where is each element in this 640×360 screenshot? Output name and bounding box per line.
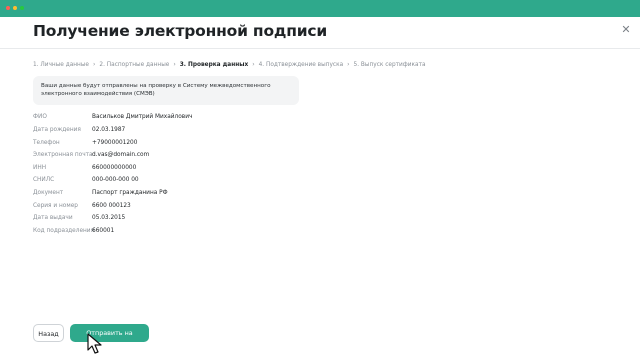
close-icon[interactable]: ✕ bbox=[620, 24, 632, 36]
field-label: СНИЛС bbox=[33, 177, 55, 183]
field-value: 02.03.1987 bbox=[92, 127, 126, 133]
field-label: ФИО bbox=[33, 114, 47, 120]
step-personal-data[interactable]: 1. Личные данные bbox=[33, 62, 89, 68]
field-value: 6600 000123 bbox=[92, 203, 131, 209]
info-notice: Ваши данные будут отправлены на проверку… bbox=[33, 76, 299, 105]
chevron-right-icon: › bbox=[347, 61, 350, 68]
field-label: Серия и номер bbox=[33, 203, 78, 209]
mouse-cursor-icon bbox=[87, 333, 102, 354]
chevron-right-icon: › bbox=[173, 61, 176, 68]
field-value: 05.03.2015 bbox=[92, 215, 126, 221]
step-data-check: 3. Проверка данных bbox=[179, 61, 249, 68]
chevron-right-icon: › bbox=[93, 61, 96, 68]
back-button[interactable]: Назад bbox=[33, 324, 64, 342]
field-value: Паспорт гражданина РФ bbox=[92, 190, 168, 196]
field-value: d.vas@domain.com bbox=[92, 152, 150, 158]
field-value: Васильков Дмитрий Михайлович bbox=[92, 114, 193, 120]
step-issue-confirmation: 4. Подтверждение выпуска bbox=[258, 61, 344, 68]
step-certificate-issue: 5. Выпуск сертификата bbox=[353, 61, 426, 68]
window-controls bbox=[6, 6, 24, 10]
minimize-window-dot[interactable] bbox=[13, 6, 17, 10]
field-label: Код подразделения bbox=[33, 228, 95, 234]
info-notice-text: Ваши данные будут отправлены на проверку… bbox=[41, 83, 271, 97]
field-label: Электронная почта bbox=[33, 152, 93, 158]
field-label: Дата выдачи bbox=[33, 215, 73, 221]
page-title: Получение электронной подписи bbox=[33, 22, 328, 40]
submit-for-review-button[interactable]: Отправить на проверку bbox=[70, 324, 149, 355]
window-titlebar bbox=[0, 0, 640, 17]
progress-steps: 1. Личные данные › 2. Паспортные данные … bbox=[33, 60, 426, 69]
field-label: ИНН bbox=[33, 165, 47, 171]
field-label: Документ bbox=[33, 190, 64, 196]
step-passport-data[interactable]: 2. Паспортные данные bbox=[99, 62, 169, 68]
field-value: 660000000000 bbox=[92, 165, 137, 171]
field-value: 660001 bbox=[92, 228, 115, 234]
maximize-window-dot[interactable] bbox=[20, 6, 24, 10]
field-label: Телефон bbox=[33, 140, 60, 146]
field-value: +79000001200 bbox=[92, 140, 138, 146]
header-divider bbox=[0, 48, 640, 49]
field-label: Дата рождения bbox=[33, 127, 81, 133]
close-window-dot[interactable] bbox=[6, 6, 10, 10]
field-value: 000-000-000 00 bbox=[92, 177, 139, 183]
chevron-right-icon: › bbox=[252, 61, 255, 68]
